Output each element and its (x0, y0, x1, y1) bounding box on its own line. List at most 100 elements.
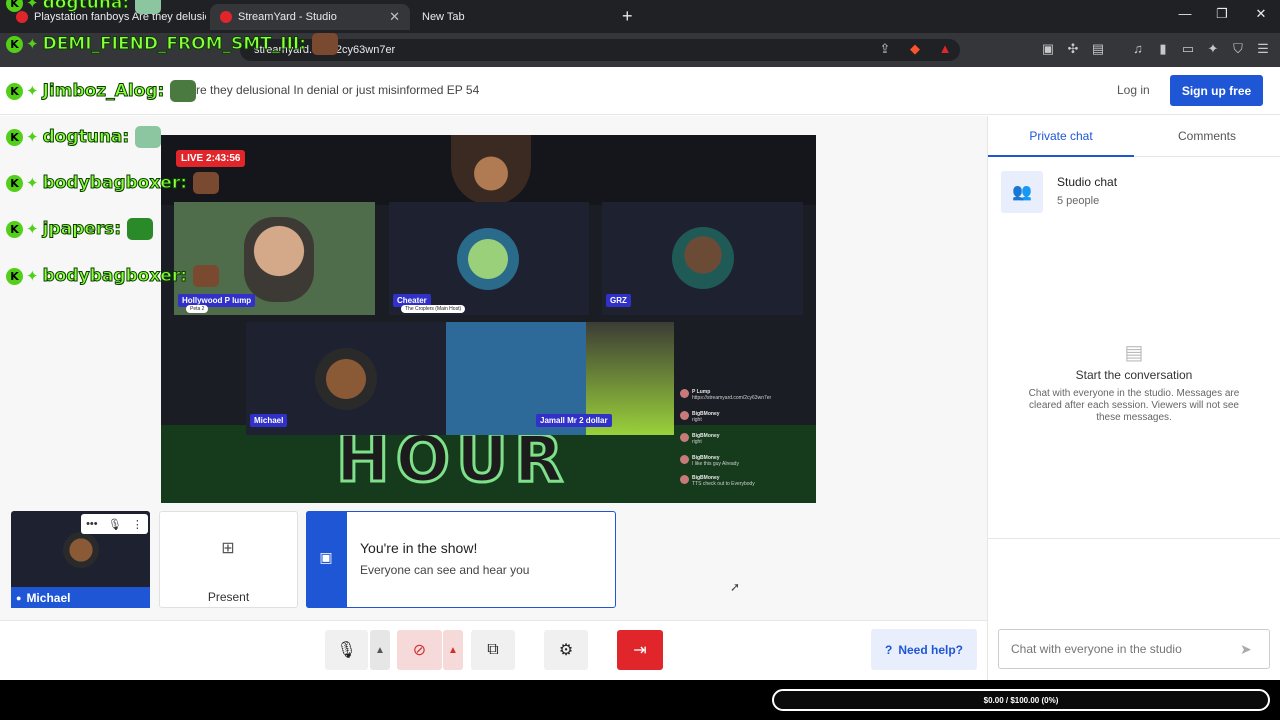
camera-options-button[interactable]: ▲ (443, 630, 463, 670)
overlay-chat-avatar (680, 389, 689, 398)
overlay-message: K ✦ dogtuna: (6, 0, 162, 14)
mute-mic-button[interactable]: 🎙 (325, 630, 368, 670)
overlay-username: Jimboz_Alog: (42, 81, 165, 102)
overlay-chat-message: TTS check out to Everybody (692, 481, 755, 487)
participant-name: Jamall Mr 2 dollar (536, 414, 612, 427)
overlay-chat-avatar (680, 455, 689, 464)
emote-icon (312, 33, 339, 55)
participant-video (244, 217, 314, 302)
sub-badge-icon: ✦ (26, 220, 39, 238)
overlay-message: K ✦ Jimboz_Alog: (6, 80, 197, 102)
more-dots-icon[interactable]: ••• (86, 518, 98, 530)
broadcast-title: Are they delusional In denial or just mi… (188, 83, 480, 97)
kick-badge-icon: K (6, 220, 23, 238)
participant-tile[interactable]: Cheater The Croplers (Main Host) (389, 202, 589, 315)
rewards-icon[interactable]: ▲ (937, 41, 953, 57)
overlay-chat-row: BigBMoney right (680, 411, 720, 423)
sub-badge-icon: ✦ (26, 267, 39, 285)
in-show-title: You're in the show! (360, 540, 478, 556)
overlay-message: K ✦ jpapers: (6, 218, 154, 240)
share-screen-button[interactable]: ⧉ (471, 630, 515, 670)
participant-name: GRZ (606, 294, 631, 307)
puzzle-icon[interactable]: ✣ (1065, 41, 1081, 57)
close-tab-icon[interactable]: ✕ (389, 9, 400, 25)
participant-avatar (315, 348, 377, 410)
kick-badge-icon: K (6, 82, 23, 100)
camera-toggle-button[interactable]: ⊘ (397, 630, 442, 670)
emote-icon (193, 172, 220, 194)
emote-icon (170, 80, 197, 102)
exit-icon: ⇥ (633, 642, 647, 659)
live-timer-badge: LIVE 2:43:56 (176, 150, 246, 167)
kick-badge-icon: K (6, 35, 23, 53)
send-icon[interactable]: ➤ (1240, 641, 1252, 658)
donation-goal-bar: $0.00 / $100.00 (0%) (772, 689, 1270, 711)
participant-tile[interactable]: Jamall Mr 2 dollar (446, 322, 674, 435)
overlay-username: dogtuna: (42, 0, 130, 14)
kick-badge-icon: K (6, 0, 23, 12)
mic-options-button[interactable]: ▲ (370, 630, 390, 670)
need-help-button[interactable]: ? Need help? (871, 629, 977, 670)
tab-comments[interactable]: Comments (1134, 116, 1280, 157)
emote-icon (135, 126, 162, 148)
settings-button[interactable]: ⚙ (544, 630, 588, 670)
self-name-bar: ● Michael (11, 587, 150, 608)
participant-headline: Peta 2 (186, 305, 209, 313)
login-link[interactable]: Log in (1117, 83, 1150, 97)
kebab-menu-icon[interactable]: ⋮ (132, 518, 143, 531)
menu-icon[interactable]: ☰ (1255, 41, 1271, 57)
browser-tab-bar: Playstation fanboys Are they delusional … (0, 0, 1280, 33)
chat-room-name: Studio chat (1057, 175, 1118, 189)
badge-icon: ▣ (319, 549, 333, 565)
address-bar[interactable]: streamyard.com/2cy63wn7er (240, 39, 960, 61)
extension-icon[interactable]: ▣ (1040, 41, 1056, 57)
help-label: Need help? (898, 642, 964, 657)
reader-icon[interactable]: ▤ (1090, 41, 1106, 57)
participant-tile[interactable]: Michael (246, 322, 446, 435)
sidebar-icon[interactable]: ▮ (1155, 41, 1171, 57)
leave-studio-button[interactable]: ⇥ (617, 630, 663, 670)
participant-tile[interactable]: Hollywood P lump Peta 2 (174, 202, 375, 315)
sub-badge-icon: ✦ (26, 35, 39, 53)
browser-tab-streamyard[interactable]: StreamYard - Studio ✕ (210, 4, 410, 30)
vpn-icon[interactable]: ⛉ (1230, 41, 1246, 57)
mouse-cursor-icon: ➚ (730, 580, 741, 594)
kick-badge-icon: K (6, 267, 23, 285)
music-icon[interactable]: ♫ (1130, 41, 1146, 57)
close-window-icon[interactable]: ✕ (1251, 6, 1271, 22)
self-avatar (63, 532, 99, 568)
participant-tile[interactable]: GRZ (602, 202, 803, 315)
chat-room-count: 5 people (1057, 195, 1100, 207)
present-label: Present (207, 590, 250, 604)
overlay-chat-message: I like this guy Already (692, 461, 739, 467)
tab-private-chat[interactable]: Private chat (988, 116, 1134, 157)
share-icon[interactable]: ⇪ (877, 41, 893, 57)
signup-button[interactable]: Sign up free (1170, 75, 1263, 106)
participant-name: Michael (250, 414, 288, 427)
participant-avatar (672, 227, 734, 289)
wallet-icon[interactable]: ▭ (1180, 41, 1196, 57)
overlay-username: jpapers: (42, 219, 122, 240)
overlay-chat-avatar (680, 475, 689, 484)
new-tab-button[interactable]: + (622, 6, 633, 27)
maximize-icon[interactable]: ❐ (1212, 6, 1232, 22)
overlay-message: K ✦ dogtuna: (6, 126, 162, 148)
help-circle-icon: ? (884, 642, 893, 657)
overlay-chat-row: BigBMoney I like this guy Already (680, 455, 739, 467)
leo-icon[interactable]: ✦ (1205, 41, 1221, 57)
broadcast-stage: W HOUR LIVE 2:43:56 Hollywood P lump Pet… (161, 135, 816, 503)
tab-label: New Tab (422, 11, 465, 23)
browser-tab-newtab[interactable]: New Tab (412, 4, 612, 30)
overlay-message: K ✦ bodybagboxer: (6, 172, 220, 194)
minimize-icon[interactable]: — (1175, 6, 1195, 21)
brave-shield-icon[interactable]: ◆ (907, 41, 923, 57)
screen-share-icon: ⧉ (487, 641, 499, 658)
sub-badge-icon: ✦ (26, 174, 39, 192)
chat-input[interactable] (998, 629, 1270, 669)
person-icon: ● (16, 592, 22, 603)
overlay-chat-avatar (680, 411, 689, 420)
overlay-username: DEMI_FIEND_FROM_SMT_III: (42, 34, 307, 55)
mic-icon[interactable]: 🎙 (108, 518, 122, 531)
people-icon: 👥 (1001, 171, 1043, 213)
overlay-username: bodybagboxer: (42, 266, 188, 287)
